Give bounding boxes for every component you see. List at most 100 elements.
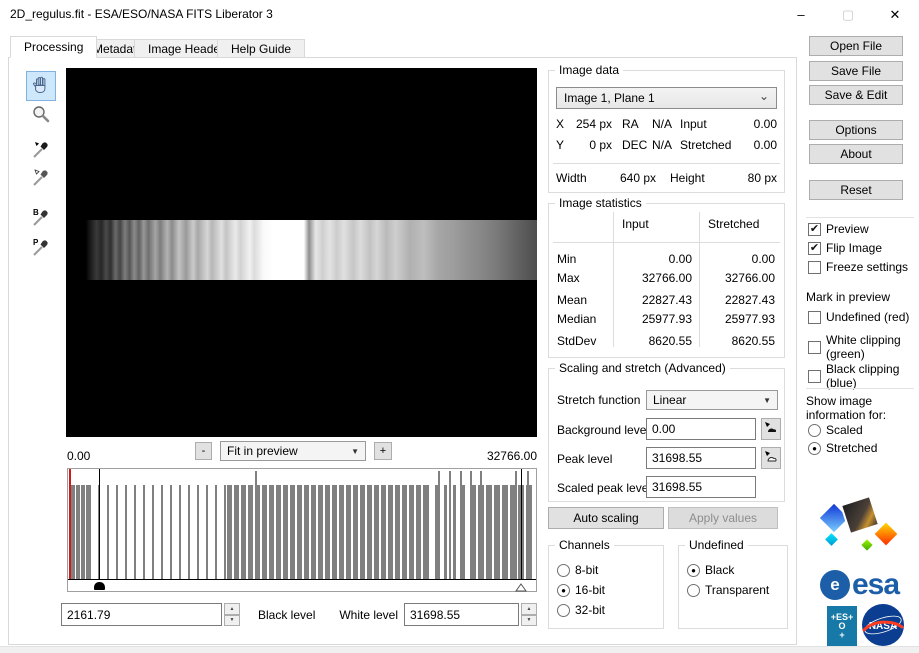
step-down-button[interactable]: ▼ (224, 615, 240, 627)
stretch-function-combo[interactable]: Linear ▼ (646, 390, 778, 410)
histogram-zoom-out-button[interactable]: - (195, 442, 212, 460)
peak-pick-button[interactable] (761, 447, 781, 469)
white-level-marker[interactable] (515, 581, 527, 595)
x-label: X (556, 117, 572, 131)
radio-scaled[interactable]: Scaled (808, 424, 863, 437)
histogram[interactable] (67, 468, 537, 592)
width-label: Width (556, 171, 596, 185)
close-button[interactable]: ✕ (878, 0, 912, 29)
checkbox-white-clipping[interactable]: White clipping (green) (808, 333, 910, 361)
col-input: Input (614, 217, 700, 231)
step-up-button[interactable]: ▲ (521, 603, 537, 615)
header-divider (553, 242, 780, 243)
checkbox-undefined-red[interactable]: Undefined (red) (808, 311, 909, 324)
checkbox-freeze-settings[interactable]: Freeze settings (808, 261, 908, 274)
undefined-group: Undefined ● Black Transparent (678, 545, 788, 629)
hand-tool-button[interactable] (26, 71, 56, 101)
height-value: 80 px (712, 171, 777, 185)
window-title: 2D_regulus.fit - ESA/ESO/NASA FITS Liber… (10, 7, 273, 21)
histogram-zero-line (69, 469, 71, 579)
histogram-tall-bar (460, 471, 462, 579)
eso-logo: +ES+ O + (827, 606, 857, 646)
image-size-row: Width 640 px Height 80 px (556, 171, 777, 185)
reset-button[interactable]: Reset (809, 180, 903, 200)
auto-scaling-button[interactable]: Auto scaling (548, 507, 664, 529)
svg-text:P: P (33, 238, 39, 247)
hand-icon (31, 75, 51, 98)
tab-processing[interactable]: Processing (10, 36, 97, 58)
histogram-fit-combo[interactable]: Fit in preview ▼ (220, 441, 366, 461)
histogram-tall-bar (527, 471, 529, 579)
radio-16bit[interactable]: ● 16-bit (557, 584, 605, 597)
radio-icon (557, 564, 570, 577)
minimize-button[interactable]: – (784, 0, 818, 29)
step-up-button[interactable]: ▲ (224, 603, 240, 615)
radio-black[interactable]: ● Black (687, 564, 734, 577)
black-level-picker-button[interactable]: B (28, 205, 54, 231)
radio-8bit[interactable]: 8-bit (557, 564, 598, 577)
zoom-tool-button[interactable] (29, 103, 53, 127)
checkbox-icon: ✔ (808, 242, 821, 255)
y-label: Y (556, 138, 572, 152)
white-level-input[interactable] (404, 603, 519, 626)
white-level-stepper[interactable]: ▲ ▼ (521, 603, 537, 626)
scaling-group: Scaling and stretch (Advanced) Stretch f… (548, 368, 785, 502)
peak-level-picker-button[interactable] (28, 165, 54, 191)
background-level-input[interactable] (646, 418, 756, 440)
peak-level-label: Peak level (557, 452, 612, 466)
about-button[interactable]: About (809, 144, 903, 164)
maximize-button[interactable]: ▢ (831, 0, 865, 29)
black-level-marker[interactable] (94, 582, 105, 590)
ra-value: N/A (648, 117, 672, 131)
checkbox-flip-image[interactable]: ✔ Flip Image (808, 242, 882, 255)
divider (806, 388, 914, 389)
black-level-input[interactable] (61, 603, 222, 626)
open-file-button[interactable]: Open File (809, 36, 903, 56)
divider (553, 163, 780, 164)
stats-header-row: Input Stretched (550, 217, 783, 231)
eyedropper-white-icon (30, 166, 52, 191)
stretch-function-value: Linear (653, 393, 759, 407)
peak-level-input[interactable] (646, 447, 756, 469)
image-statistics-group: Image statistics Input Stretched Min 0.0… (548, 203, 785, 358)
app-window: 2D_regulus.fit - ESA/ESO/NASA FITS Liber… (0, 0, 919, 653)
histogram-zoom-in-button[interactable]: + (374, 442, 392, 460)
histogram-tall-bar (470, 471, 472, 579)
save-and-edit-button[interactable]: Save & Edit (809, 85, 903, 105)
channels-group: Channels 8-bit ● 16-bit 32-bit (548, 545, 664, 629)
scaled-peak-level-input[interactable] (646, 476, 756, 498)
background-pick-button[interactable] (761, 418, 781, 440)
apply-values-button[interactable]: Apply values (668, 507, 778, 529)
radio-32bit[interactable]: 32-bit (557, 604, 605, 617)
pick-peak-icon (763, 449, 779, 468)
tab-help-guide[interactable]: Help Guide (217, 39, 305, 58)
width-value: 640 px (596, 171, 656, 185)
checkbox-icon (808, 311, 821, 324)
histogram-min-label: 0.00 (67, 449, 90, 463)
radio-stretched[interactable]: ● Stretched (808, 442, 877, 455)
show-info-title-line2: information for: (806, 408, 886, 422)
radio-transparent[interactable]: Transparent (687, 584, 769, 597)
black-level-stepper[interactable]: ▲ ▼ (224, 603, 240, 626)
options-button[interactable]: Options (809, 120, 903, 140)
show-info-title-line1: Show image (806, 394, 872, 408)
undefined-title: Undefined (685, 538, 748, 552)
step-down-button[interactable]: ▼ (521, 615, 537, 627)
save-file-button[interactable]: Save File (809, 61, 903, 81)
histogram-bars (68, 485, 536, 579)
stats-row-max: Max 32766.00 32766.00 (550, 271, 783, 285)
checkbox-black-clipping[interactable]: Black clipping (blue) (808, 362, 910, 390)
checkbox-icon (808, 341, 821, 354)
white-level-picker-button[interactable]: P (28, 235, 54, 261)
checkbox-icon (808, 370, 821, 383)
image-plane-combo[interactable]: Image 1, Plane 1 ⌄ (556, 87, 777, 109)
checkbox-preview[interactable]: ✔ Preview (808, 223, 869, 236)
scaling-title: Scaling and stretch (Advanced) (555, 361, 730, 375)
stats-row-min: Min 0.00 0.00 (550, 252, 783, 266)
col-stretched: Stretched (700, 217, 783, 231)
histogram-tall-bar (480, 471, 482, 579)
image-plane-value: Image 1, Plane 1 (564, 91, 655, 105)
image-preview[interactable] (66, 68, 537, 437)
background-level-picker-button[interactable] (28, 137, 54, 163)
eyedropper-b-icon: B (30, 206, 52, 231)
